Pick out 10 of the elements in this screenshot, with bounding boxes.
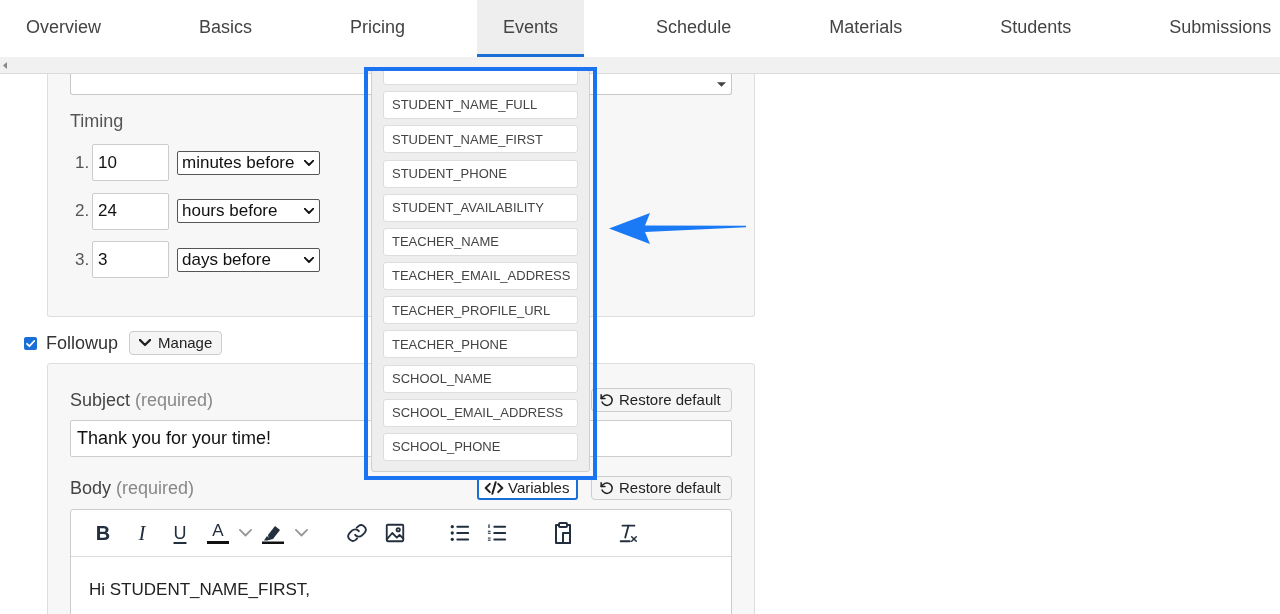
editor-text: Hi STUDENT_NAME_FIRST, [89, 580, 311, 599]
timing-label: Timing [70, 111, 124, 132]
field-label: Subject [70, 388, 131, 412]
checkbox-label: Followup [46, 331, 119, 355]
list-number: 2. [75, 200, 91, 223]
required-hint: (required) [116, 476, 195, 500]
list-number: 1. [75, 151, 91, 174]
field-label: Body [70, 476, 112, 500]
list-number: 3. [75, 248, 91, 271]
required-hint: (required) [135, 388, 214, 412]
